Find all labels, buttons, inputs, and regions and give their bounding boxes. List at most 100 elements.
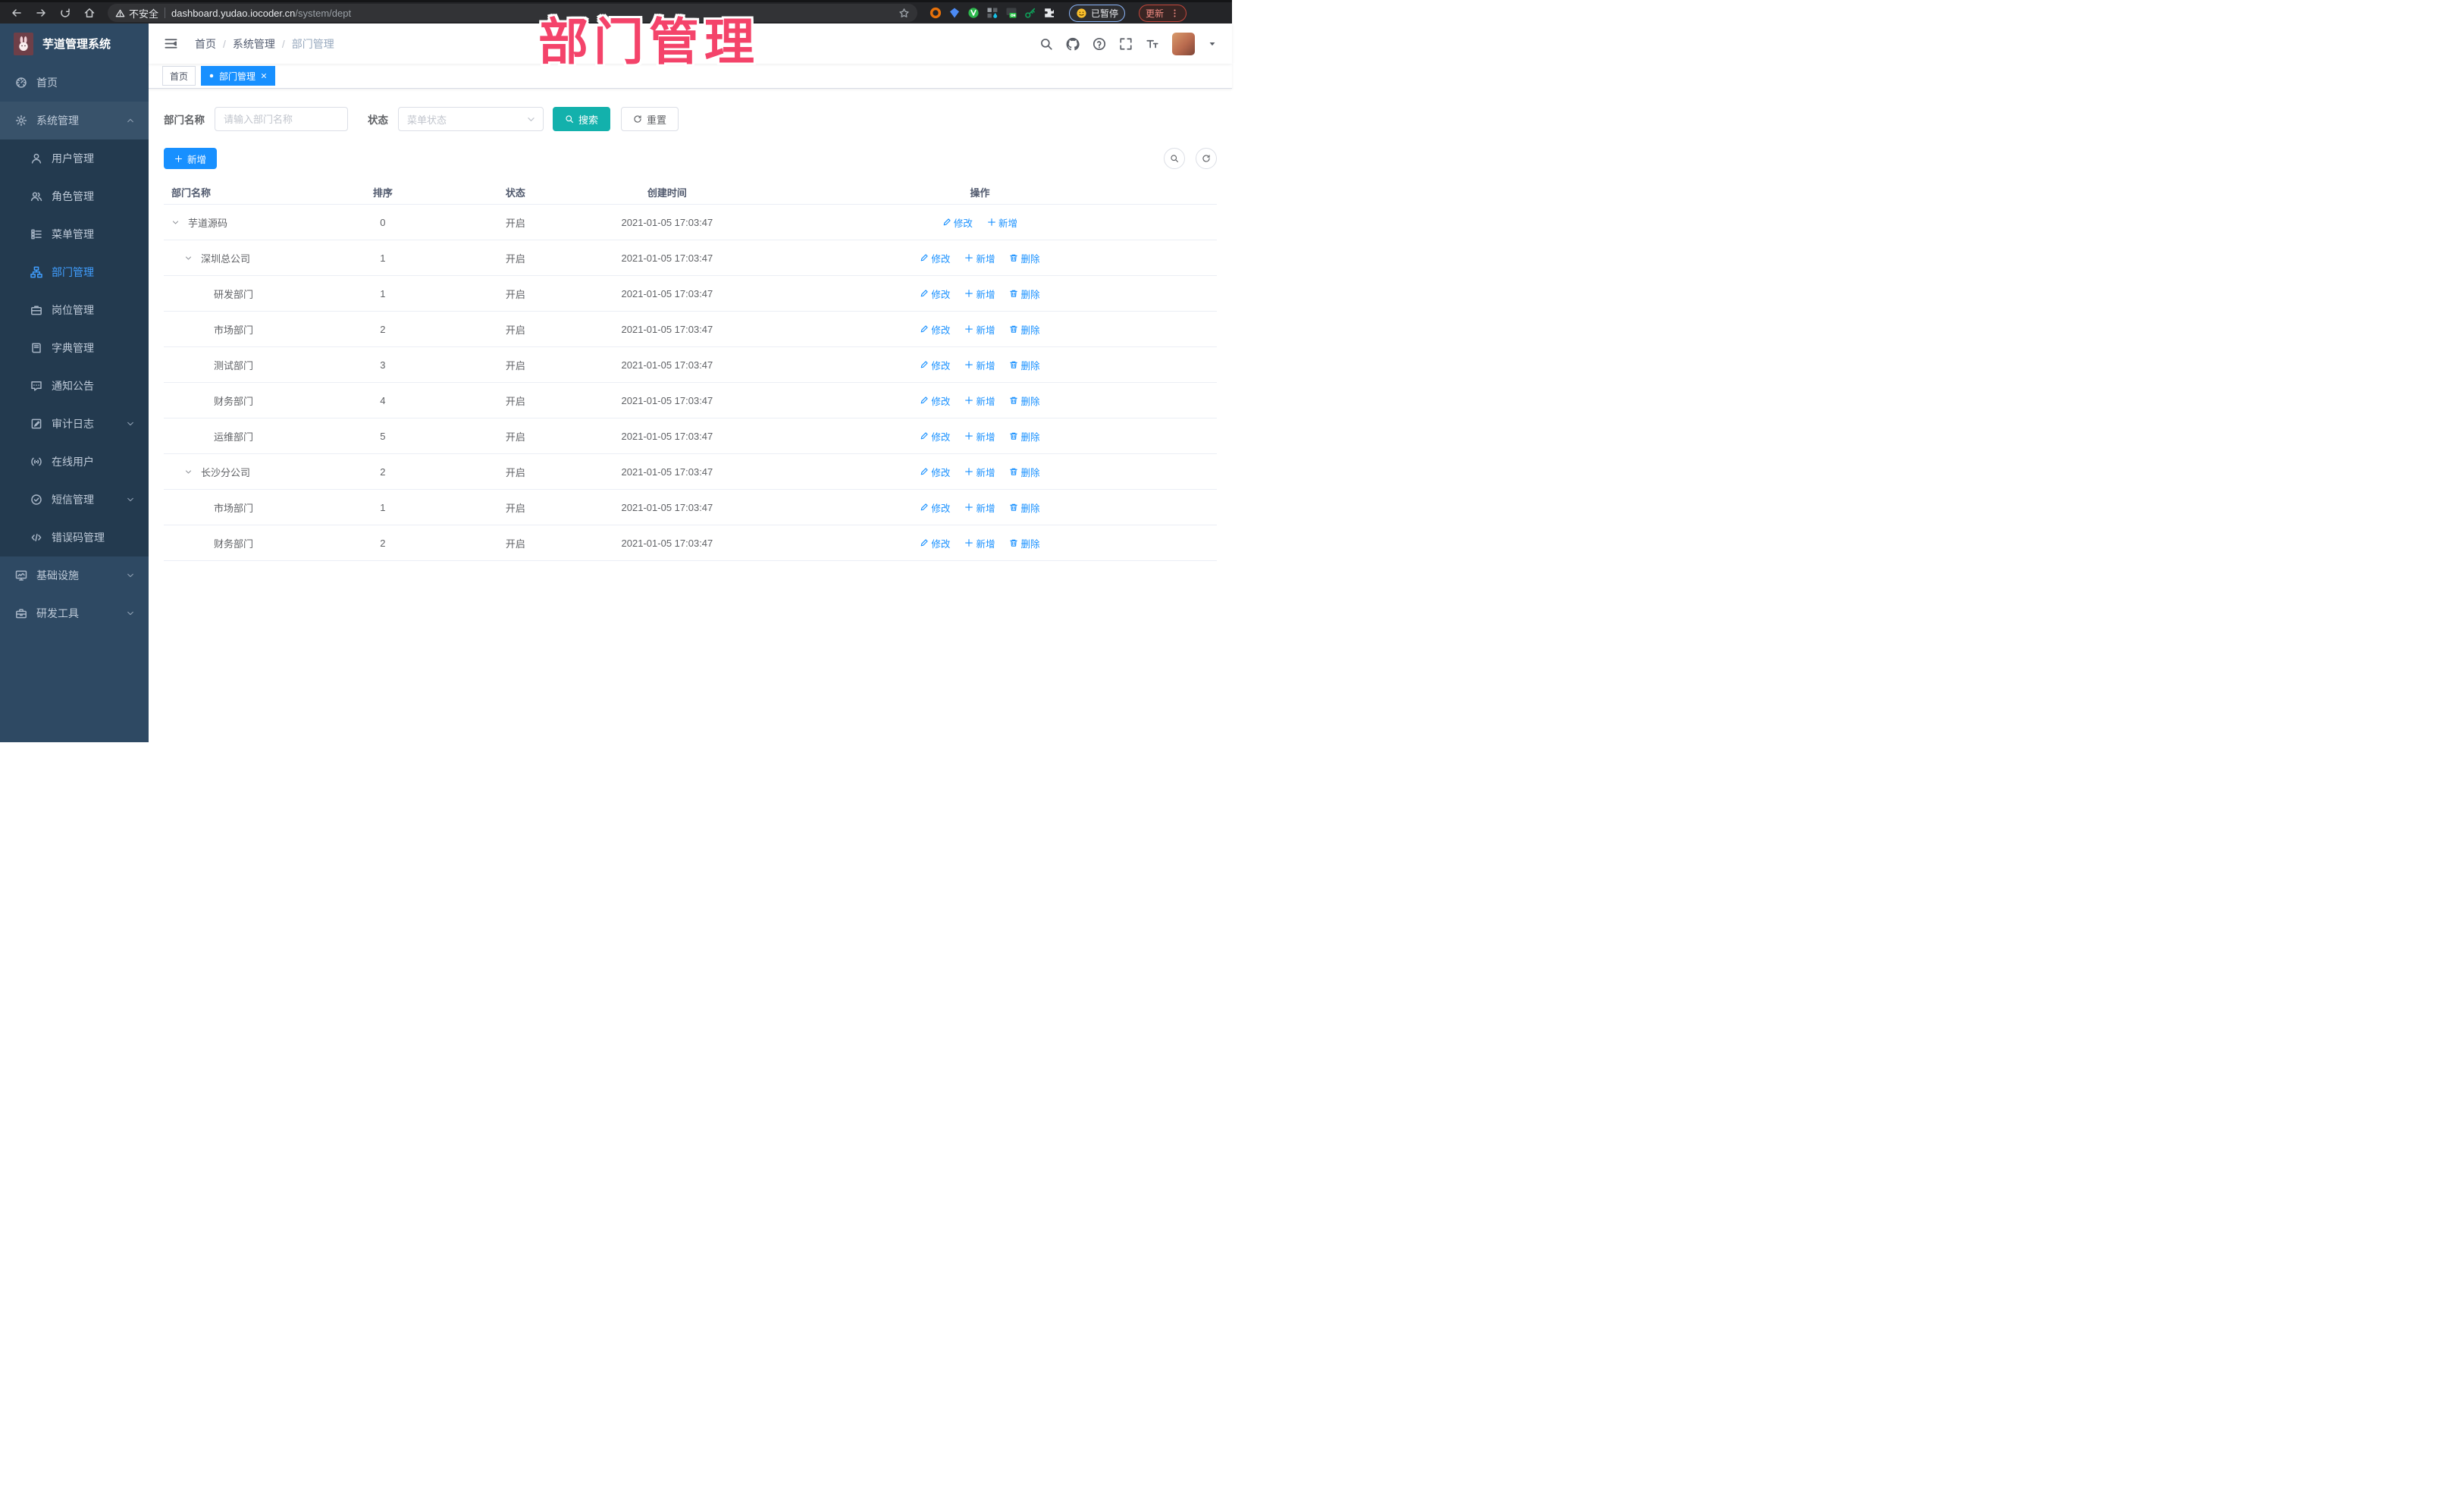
action-add-link[interactable]: 新增 bbox=[964, 536, 995, 550]
action-edit-link[interactable]: 修改 bbox=[920, 322, 950, 337]
caret-down-icon[interactable] bbox=[1208, 39, 1217, 49]
browser-update-button[interactable]: 更新 bbox=[1139, 4, 1187, 22]
home-icon[interactable] bbox=[83, 7, 96, 19]
sidebar-item-audit-log[interactable]: 审计日志 bbox=[0, 405, 149, 443]
action-add-link[interactable]: 新增 bbox=[964, 322, 995, 337]
ext-orange-ring-icon[interactable] bbox=[929, 7, 942, 19]
actions-cell: 修改 新增 删除 bbox=[743, 536, 1217, 550]
search-icon[interactable] bbox=[1039, 37, 1053, 51]
edit-icon bbox=[920, 396, 929, 405]
sidebar-menu: 首页 系统管理 用户管理角色管理菜单管理 部门管理 岗位管理 字典管理 通知公告 审计日志 在线… bbox=[0, 64, 149, 742]
sidebar-item-role[interactable]: 角色管理 bbox=[0, 177, 149, 215]
github-icon[interactable] bbox=[1066, 37, 1080, 51]
help-icon[interactable] bbox=[1092, 37, 1106, 51]
status-select[interactable]: 菜单状态 bbox=[398, 107, 544, 131]
ext-tiles-drop-icon[interactable] bbox=[986, 7, 998, 19]
sidebar-item-user[interactable]: 用户管理 bbox=[0, 139, 149, 177]
sidebar-item-sms[interactable]: 短信管理 bbox=[0, 481, 149, 519]
action-delete-link[interactable]: 删除 bbox=[1009, 393, 1039, 408]
app-logo[interactable]: 芋道管理系统 bbox=[0, 24, 149, 64]
sidebar-item-system[interactable]: 系统管理 bbox=[0, 102, 149, 139]
action-add-link[interactable]: 新增 bbox=[964, 500, 995, 515]
browser-profile-chip[interactable]: 已暂停 bbox=[1069, 4, 1126, 22]
action-delete-link[interactable]: 删除 bbox=[1009, 429, 1039, 444]
action-edit-link[interactable]: 修改 bbox=[920, 358, 950, 372]
expand-chevron-icon[interactable] bbox=[184, 468, 201, 476]
status-cell: 开启 bbox=[505, 217, 525, 229]
action-edit-link[interactable]: 修改 bbox=[920, 500, 950, 515]
sidebar-item-infra[interactable]: 基础设施 bbox=[0, 556, 149, 594]
sidebar-item-notice[interactable]: 通知公告 bbox=[0, 367, 149, 405]
action-edit-link[interactable]: 修改 bbox=[920, 287, 950, 301]
action-edit-link[interactable]: 修改 bbox=[920, 429, 950, 444]
action-delete-link[interactable]: 删除 bbox=[1009, 287, 1039, 301]
url-text[interactable]: dashboard.yudao.iocoder.cn/system/dept bbox=[171, 8, 892, 19]
action-add-link[interactable]: 新增 bbox=[964, 429, 995, 444]
close-icon[interactable] bbox=[260, 72, 268, 80]
action-edit-link[interactable]: 修改 bbox=[920, 251, 950, 265]
add-button[interactable]: 新增 bbox=[164, 148, 218, 169]
tab-部门管理[interactable]: 部门管理 bbox=[201, 66, 276, 86]
action-delete-link[interactable]: 删除 bbox=[1009, 500, 1039, 515]
sidebar-item-dev-tool[interactable]: 研发工具 bbox=[0, 594, 149, 632]
user-avatar[interactable] bbox=[1172, 32, 1195, 55]
breadcrumb-item[interactable]: 首页 bbox=[195, 36, 216, 52]
font-size-icon[interactable] bbox=[1146, 37, 1159, 51]
hamburger-icon[interactable] bbox=[164, 36, 178, 51]
edit-icon bbox=[920, 503, 929, 512]
action-edit-link[interactable]: 修改 bbox=[942, 215, 973, 230]
sidebar-item-error-code[interactable]: 错误码管理 bbox=[0, 519, 149, 556]
toggle-search-button[interactable] bbox=[1164, 148, 1185, 169]
bookmark-star-icon[interactable] bbox=[898, 8, 910, 19]
ext-green-key-icon[interactable] bbox=[1024, 7, 1036, 19]
action-edit-link[interactable]: 修改 bbox=[920, 536, 950, 550]
breadcrumb-item[interactable]: 系统管理 bbox=[233, 36, 275, 52]
action-add-link[interactable]: 新增 bbox=[964, 358, 995, 372]
action-add-link[interactable]: 新增 bbox=[964, 251, 995, 265]
action-add-link[interactable]: 新增 bbox=[964, 287, 995, 301]
ext-green-v-icon[interactable] bbox=[967, 7, 980, 19]
edit-icon bbox=[920, 289, 929, 298]
plus-icon bbox=[964, 289, 973, 298]
action-delete-link[interactable]: 删除 bbox=[1009, 251, 1039, 265]
sidebar-item-menu[interactable]: 菜单管理 bbox=[0, 215, 149, 253]
dept-name-input[interactable] bbox=[215, 107, 348, 131]
expand-chevron-icon[interactable] bbox=[171, 218, 188, 227]
security-status[interactable]: 不安全 bbox=[115, 6, 158, 20]
refresh-table-button[interactable] bbox=[1196, 148, 1217, 169]
action-add-link[interactable]: 新增 bbox=[964, 393, 995, 408]
ext-blue-gem-icon[interactable] bbox=[948, 7, 961, 19]
action-edit-link[interactable]: 修改 bbox=[920, 393, 950, 408]
fullscreen-icon[interactable] bbox=[1119, 37, 1133, 51]
refresh-icon bbox=[1202, 154, 1211, 163]
action-delete-link[interactable]: 删除 bbox=[1009, 358, 1039, 372]
edit-icon bbox=[920, 467, 929, 476]
arrow-left-icon[interactable] bbox=[11, 7, 23, 19]
expand-chevron-icon[interactable] bbox=[184, 254, 201, 262]
search-button[interactable]: 搜索 bbox=[553, 107, 611, 131]
sidebar-item-online-user[interactable]: 在线用户 bbox=[0, 443, 149, 481]
action-edit-link[interactable]: 修改 bbox=[920, 465, 950, 479]
address-bar[interactable]: 不安全 dashboard.yudao.iocoder.cn/system/de… bbox=[108, 4, 917, 22]
tab-首页[interactable]: 首页 bbox=[162, 66, 196, 86]
sidebar-item-dept[interactable]: 部门管理 bbox=[0, 253, 149, 291]
arrow-right-icon[interactable] bbox=[35, 7, 47, 19]
table-toolbar: 新增 bbox=[164, 148, 1217, 169]
action-delete-link[interactable]: 删除 bbox=[1009, 322, 1039, 337]
kebab-menu-icon[interactable] bbox=[1170, 8, 1180, 18]
action-add-link[interactable]: 新增 bbox=[964, 465, 995, 479]
ext-on-badge-icon[interactable] bbox=[1005, 7, 1017, 19]
action-delete-link[interactable]: 删除 bbox=[1009, 536, 1039, 550]
sidebar-item-home[interactable]: 首页 bbox=[0, 64, 149, 102]
table-row: 长沙分公司 2 开启 2021-01-05 17:03:47 修改 新增 删除 bbox=[164, 454, 1217, 490]
sidebar-item-post[interactable]: 岗位管理 bbox=[0, 291, 149, 329]
sidebar-item-dict[interactable]: 字典管理 bbox=[0, 329, 149, 367]
action-delete-link[interactable]: 删除 bbox=[1009, 465, 1039, 479]
dept-name: 财务部门 bbox=[214, 395, 254, 407]
ext-puzzle-icon[interactable] bbox=[1043, 7, 1055, 19]
sidebar-item-label: 角色管理 bbox=[52, 190, 94, 202]
reset-button[interactable]: 重置 bbox=[621, 107, 679, 131]
action-add-link[interactable]: 新增 bbox=[987, 215, 1017, 230]
navbar-actions bbox=[1039, 32, 1217, 55]
reload-icon[interactable] bbox=[59, 7, 71, 19]
